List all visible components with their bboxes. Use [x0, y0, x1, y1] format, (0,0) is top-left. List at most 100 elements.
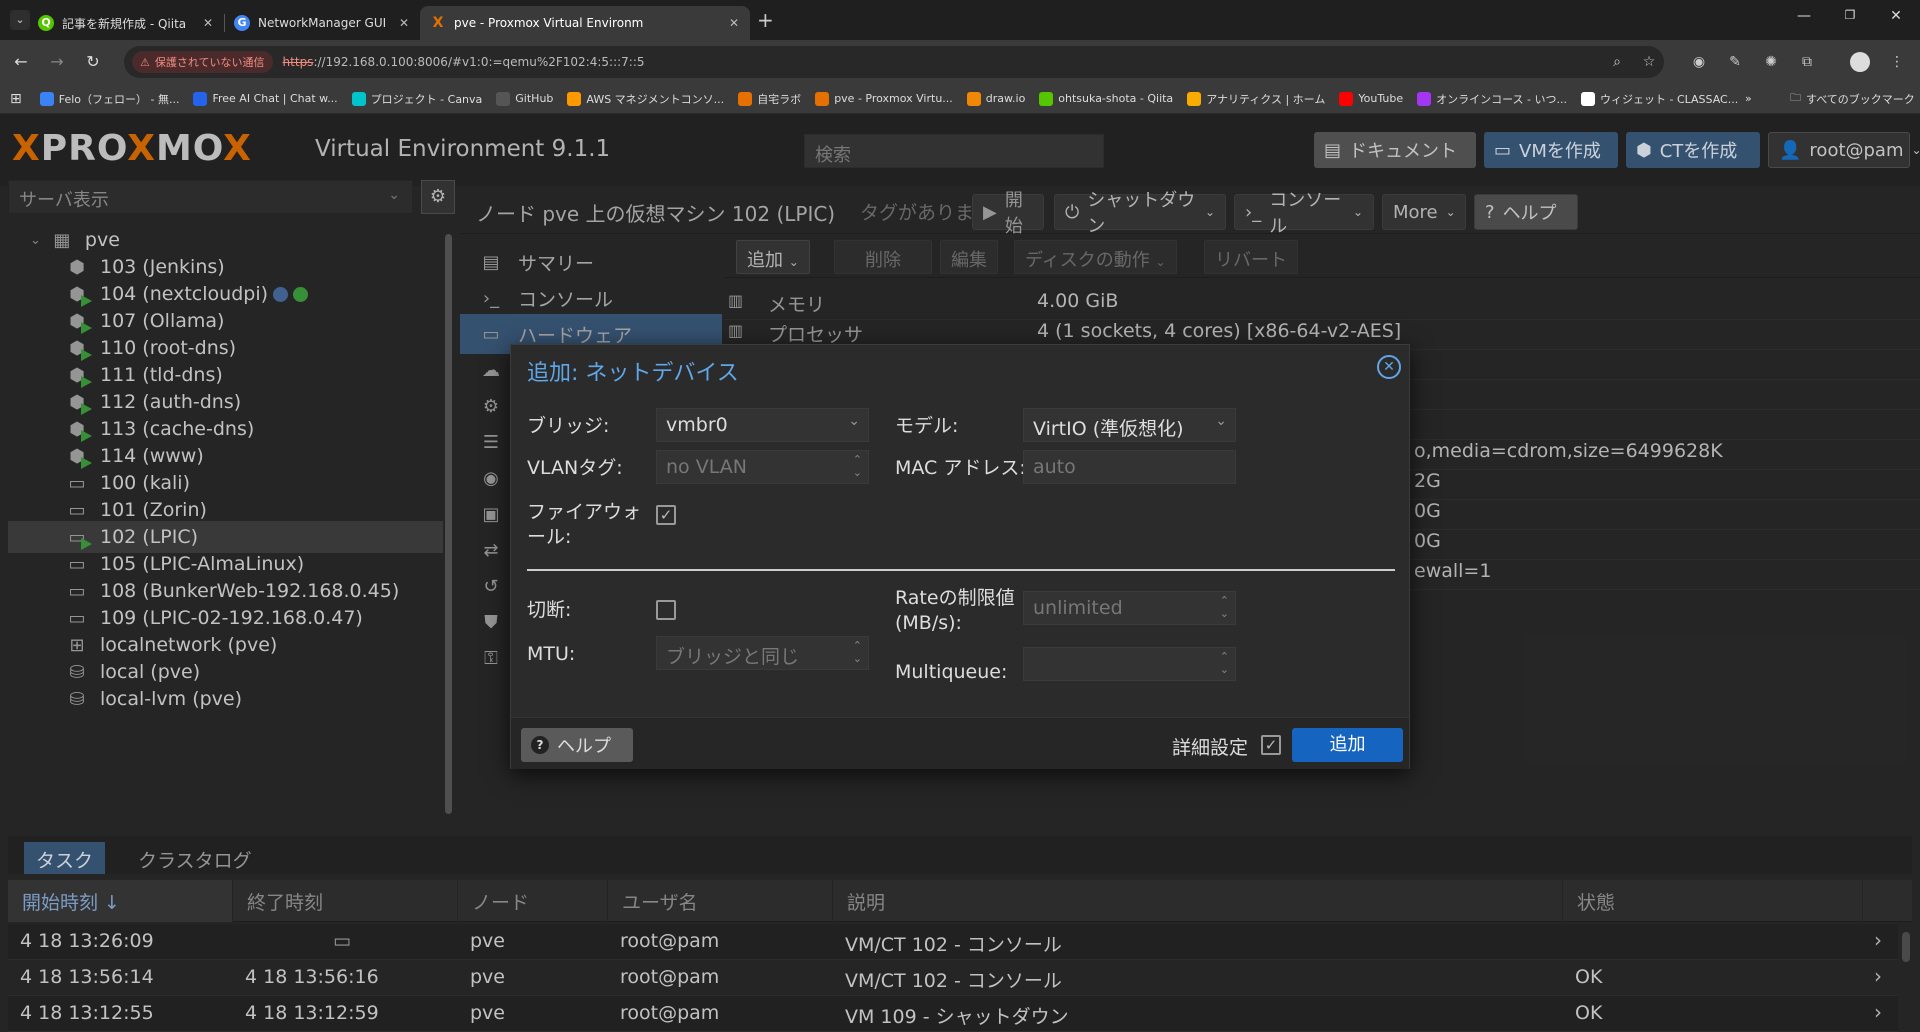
tab-search-button[interactable]: ⌄ [10, 10, 30, 30]
window-close-icon[interactable]: ✕ [1876, 8, 1916, 24]
firewall-label: ファイアウォール: [527, 501, 642, 548]
bookmark-favicon-icon [1039, 91, 1054, 106]
rate-label: Rateの制限値 (MB/s): [895, 587, 1015, 634]
bookmark-favicon-icon [193, 91, 208, 106]
close-tab-icon[interactable]: ✕ [200, 16, 216, 30]
browser-tab-proxmox[interactable]: X pve - Proxmox Virtual Environm ✕ [420, 6, 750, 40]
multiqueue-input[interactable]: ⌃ ⌄ [1023, 647, 1236, 681]
pen-icon[interactable]: ✎ [1724, 54, 1746, 70]
close-tab-icon[interactable]: ✕ [396, 16, 412, 30]
insecure-badge[interactable]: ⚠ 保護されていない通信 [132, 51, 273, 73]
zoom-icon[interactable]: ⌕ [1606, 54, 1628, 70]
bookmark-item[interactable]: GitHub [496, 91, 553, 107]
spinner-icon[interactable]: ⌃ ⌄ [1220, 650, 1229, 676]
bookmark-item[interactable]: draw.io [966, 91, 1025, 107]
model-select[interactable]: VirtIO (準仮想化) ⌄ [1023, 408, 1236, 442]
advanced-checkbox[interactable]: ✓ [1261, 735, 1281, 755]
bookmark-favicon-icon [1339, 91, 1354, 106]
spinner-icon[interactable]: ⌃ ⌄ [1220, 594, 1229, 620]
bookmark-label: pve - Proxmox Virtu... [834, 92, 953, 105]
mac-label: MAC アドレス: [895, 457, 1026, 479]
bookmark-item[interactable]: ウィジェット - CLASSAC... [1581, 91, 1738, 107]
mac-input[interactable]: auto [1023, 450, 1236, 484]
gpt-icon[interactable]: ✺ [1760, 54, 1782, 70]
back-icon[interactable]: ← [10, 51, 32, 73]
bookmark-item[interactable]: アナリティクス | ホーム [1187, 91, 1325, 107]
bookmark-favicon-icon [738, 91, 753, 106]
bookmark-item[interactable]: YouTube [1339, 91, 1403, 107]
disconnect-checkbox[interactable] [656, 600, 676, 620]
browser-toolbar: ← → ↻ ⚠ 保護されていない通信 https://192.168.0.100… [0, 40, 1920, 84]
bookmark-star-icon[interactable]: ☆ [1638, 54, 1660, 70]
bookmarks-bar: ⊞ Felo（フェロー） - 無... Free AI Chat | Chat w… [0, 84, 1920, 114]
bridge-label: ブリッジ: [527, 415, 610, 437]
dialog-add-button[interactable]: 追加 [1292, 728, 1403, 762]
bookmark-item[interactable]: 自宅ラボ [738, 91, 801, 107]
firewall-checkbox[interactable]: ✓ [656, 505, 676, 525]
more-bookmarks-icon[interactable]: » [1745, 92, 1752, 105]
url-protocol: https [282, 55, 314, 69]
all-bookmarks[interactable]: 🗀 すべてのブックマーク [1790, 89, 1915, 108]
vlan-input[interactable]: no VLAN ⌃ ⌄ [656, 450, 869, 484]
url-rest: ://192.168.0.100:8006/#v1:0:=qemu%2F102:… [313, 55, 645, 69]
dialog-title: 追加: ネットデバイス [527, 361, 739, 386]
url-text[interactable]: https://192.168.0.100:8006/#v1:0:=qemu%2… [283, 55, 645, 69]
dialog-footer: ? ヘルプ 詳細設定 ✓ 追加 [511, 717, 1409, 769]
insecure-label: 保護されていない通信 [154, 56, 265, 69]
qiita-favicon-icon: Q [38, 15, 54, 31]
bookmark-item[interactable]: ohtsuka-shota - Qiita [1039, 91, 1173, 107]
spinner-icon[interactable]: ⌃ ⌄ [853, 639, 862, 665]
tab-title: pve - Proxmox Virtual Environm [454, 16, 644, 30]
browser-tab-google[interactable]: G NetworkManager GUI - Google ✕ [224, 6, 420, 40]
bookmark-label: Free AI Chat | Chat w... [212, 92, 338, 105]
bookmark-label: オンラインコース - いつ... [1436, 92, 1567, 106]
bookmark-item[interactable]: Felo（フェロー） - 無... [39, 91, 179, 107]
warning-icon: ⚠ [140, 55, 150, 69]
minimize-icon[interactable]: — [1784, 8, 1824, 24]
chevron-down-icon[interactable]: ⌄ [848, 413, 860, 429]
camera-icon[interactable]: ◉ [1688, 54, 1710, 70]
dialog-close-icon[interactable]: ✕ [1377, 355, 1401, 379]
restore-icon[interactable]: ❐ [1830, 8, 1870, 22]
bookmark-item[interactable]: pve - Proxmox Virtu... [815, 91, 953, 107]
bookmark-item[interactable]: オンラインコース - いつ... [1417, 91, 1567, 107]
close-tab-icon[interactable]: ✕ [726, 16, 742, 30]
bookmark-favicon-icon [1187, 91, 1202, 106]
extensions-icon[interactable]: ⧉ [1796, 54, 1818, 70]
bookmark-favicon-icon [966, 91, 981, 106]
reload-icon[interactable]: ↻ [82, 51, 104, 73]
mtu-input[interactable]: ブリッジと同じ ⌃ ⌄ [656, 636, 869, 670]
bookmark-item[interactable]: Free AI Chat | Chat w... [193, 91, 338, 107]
address-bar[interactable]: ⚠ 保護されていない通信 https://192.168.0.100:8006/… [124, 46, 1664, 78]
bookmark-favicon-icon [496, 91, 511, 106]
profile-avatar[interactable] [1850, 52, 1870, 72]
new-tab-button[interactable]: + [757, 8, 774, 32]
mtu-label: MTU: [527, 643, 576, 665]
bookmark-label: ウィジェット - CLASSAC... [1600, 92, 1739, 106]
bookmark-item[interactable]: プロジェクト - Canva [351, 91, 483, 107]
menu-kebab-icon[interactable]: ⋮ [1886, 54, 1908, 70]
bookmark-label: GitHub [515, 92, 554, 105]
help-icon: ? [531, 736, 549, 754]
dialog-help-button[interactable]: ? ヘルプ [521, 728, 633, 762]
browser-tab-qiita[interactable]: Q 記事を新規作成 - Qiita ✕ [28, 6, 224, 40]
bookmark-label: AWS マネジメントコンソ... [586, 92, 725, 106]
bookmark-favicon-icon [351, 91, 366, 106]
model-label: モデル: [895, 415, 959, 437]
bookmark-item[interactable]: AWS マネジメントコンソ... [567, 91, 724, 107]
rate-input[interactable]: unlimited ⌃ ⌄ [1023, 591, 1236, 625]
bridge-select[interactable]: vmbr0 ⌄ [656, 408, 869, 442]
google-favicon-icon: G [234, 15, 250, 31]
chevron-down-icon[interactable]: ⌄ [1215, 413, 1227, 429]
tab-title: NetworkManager GUI - Google [258, 16, 390, 30]
apps-grid-icon[interactable]: ⊞ [10, 91, 22, 107]
spinner-icon[interactable]: ⌃ ⌄ [853, 453, 862, 479]
bookmark-label: 自宅ラボ [757, 92, 802, 106]
bookmark-favicon-icon [1581, 91, 1595, 106]
browser-tabbar: ⌄ Q 記事を新規作成 - Qiita ✕ G NetworkManager G… [0, 0, 1920, 40]
forward-icon[interactable]: → [46, 51, 68, 73]
tab-title: 記事を新規作成 - Qiita [62, 16, 187, 31]
bookmark-label: プロジェクト - Canva [370, 92, 483, 106]
all-bookmarks-label: すべてのブックマーク [1806, 92, 1915, 106]
disconnect-label: 切断: [527, 599, 572, 621]
